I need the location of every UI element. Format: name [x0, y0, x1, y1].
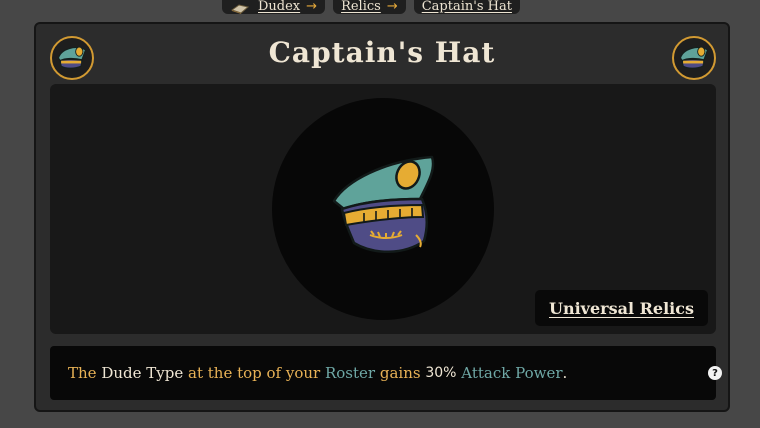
captain-hat-icon — [332, 155, 435, 253]
keyword-dude-type: Dude Type — [101, 364, 184, 382]
breadcrumb-captains-hat[interactable]: Captain's Hat — [413, 0, 520, 14]
arrow-right-icon: → — [386, 0, 398, 14]
keyword-attack-power: Attack Power — [461, 364, 563, 382]
value-percent: 30% — [425, 365, 457, 381]
relic-display: Universal Relics — [50, 84, 716, 334]
relic-description: The Dude Type at the top of your Roster … — [50, 346, 716, 400]
category-link-universal-relics[interactable]: Universal Relics — [535, 290, 708, 326]
desc-period: . — [562, 364, 568, 382]
book-icon — [230, 4, 250, 14]
desc-text: gains — [379, 364, 421, 382]
keyword-roster: Roster — [324, 364, 376, 382]
relic-panel: Captain's Hat Universal Relics The Dude — [34, 22, 730, 412]
relic-image-disc — [272, 98, 494, 320]
breadcrumb-dudex[interactable]: Dudex → — [222, 0, 326, 14]
help-icon[interactable]: ? — [708, 366, 722, 380]
breadcrumb-relics[interactable]: Relics → — [333, 0, 406, 14]
desc-text: The — [68, 364, 97, 382]
desc-text: at the top of your — [188, 364, 321, 382]
arrow-right-icon: → — [306, 0, 318, 14]
breadcrumb: Dudex → Relics → Captain's Hat — [222, 0, 520, 14]
page-title: Captain's Hat — [268, 36, 496, 69]
